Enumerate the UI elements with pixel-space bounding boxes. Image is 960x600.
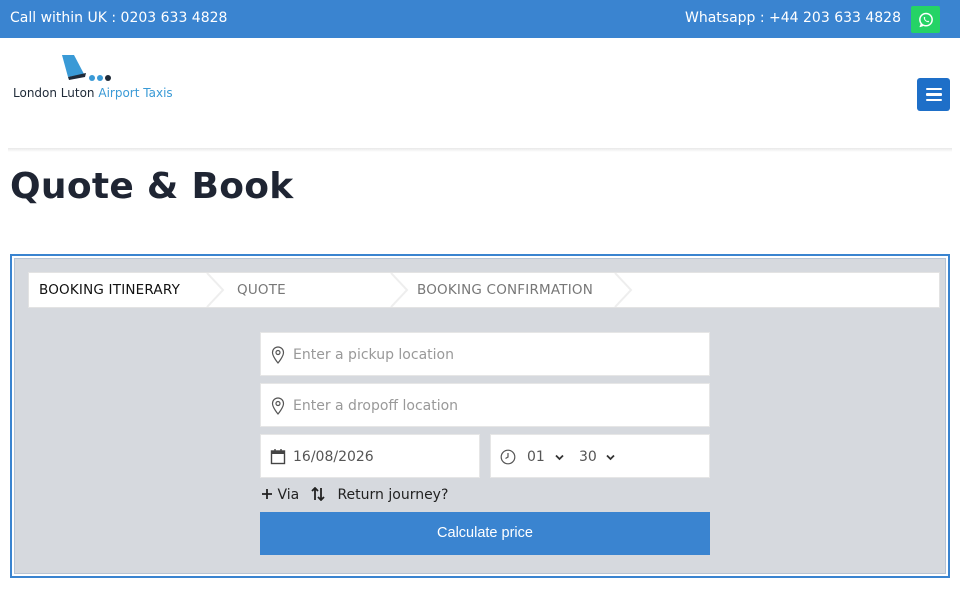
header-divider xyxy=(8,148,952,152)
hamburger-menu-icon xyxy=(925,87,942,91)
calculate-price-button[interactable]: Calculate price xyxy=(260,512,710,555)
pickup-location-input[interactable]: Enter a pickup location xyxy=(293,333,454,377)
add-via-button[interactable]: Via xyxy=(261,487,299,503)
chevron-down-icon xyxy=(606,454,615,461)
chevron-down-icon xyxy=(555,454,564,461)
swap-arrows-icon xyxy=(311,486,325,502)
whatsapp-phone-link[interactable]: Whatsapp : +44 203 633 4828 xyxy=(685,10,901,26)
hour-select[interactable]: 01 xyxy=(527,435,545,479)
booking-steps: BOOKING ITINERARY QUOTE BOOKING CONFIRMA… xyxy=(28,272,940,308)
calendar-icon xyxy=(270,449,286,465)
booking-widget: BOOKING ITINERARY QUOTE BOOKING CONFIRMA… xyxy=(10,254,950,578)
map-pin-icon xyxy=(271,346,285,364)
call-uk-phone-link[interactable]: Call within UK : 0203 633 4828 xyxy=(10,10,227,26)
step-booking-confirmation[interactable]: BOOKING CONFIRMATION xyxy=(417,273,593,307)
logo-text-airport-taxis: Airport Taxis xyxy=(98,86,173,100)
pickup-location-field[interactable]: Enter a pickup location xyxy=(260,332,710,376)
hamburger-menu-button[interactable] xyxy=(917,78,950,111)
minute-select[interactable]: 30 xyxy=(579,435,597,479)
pickup-time-field: 01 30 xyxy=(490,434,710,478)
step-separator-chevron xyxy=(206,273,225,307)
return-journey-label: Return journey? xyxy=(337,487,449,503)
logo-text: London Luton Airport Taxis xyxy=(13,86,173,100)
pickup-date-input[interactable]: 16/08/2026 xyxy=(293,435,374,479)
via-label: Via xyxy=(277,487,300,503)
booking-form: BOOKING ITINERARY QUOTE BOOKING CONFIRMA… xyxy=(14,258,946,574)
logo-text-london-luton: London Luton xyxy=(13,86,95,100)
map-pin-icon xyxy=(271,397,285,415)
page-title: Quote & Book xyxy=(10,166,294,207)
whatsapp-button[interactable] xyxy=(911,6,940,33)
plus-icon xyxy=(262,489,272,499)
dropoff-location-field[interactable]: Enter a dropoff location xyxy=(260,383,710,427)
dropoff-location-input[interactable]: Enter a dropoff location xyxy=(293,384,458,428)
step-separator-chevron xyxy=(614,273,633,307)
step-quote[interactable]: QUOTE xyxy=(237,273,286,307)
airplane-tail-logo-icon xyxy=(62,55,111,81)
step-separator-chevron xyxy=(390,273,409,307)
pickup-date-field[interactable]: 16/08/2026 xyxy=(260,434,480,478)
top-contact-bar: Call within UK : 0203 633 4828 Whatsapp … xyxy=(0,0,960,38)
whatsapp-icon xyxy=(918,12,933,27)
return-journey-toggle[interactable]: Return journey? xyxy=(311,486,449,503)
site-logo[interactable]: London Luton Airport Taxis xyxy=(10,54,180,114)
step-booking-itinerary[interactable]: BOOKING ITINERARY xyxy=(39,273,180,307)
clock-icon xyxy=(500,449,516,465)
